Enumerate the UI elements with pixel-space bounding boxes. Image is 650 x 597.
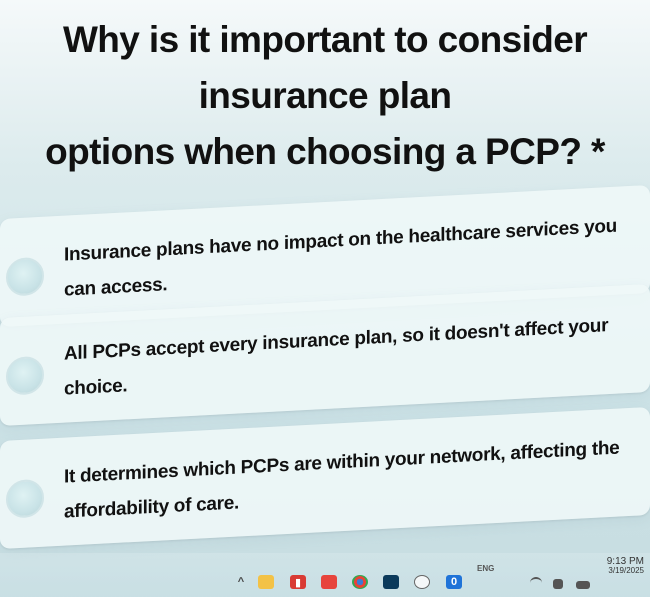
answer-option-text: It determines which PCPs are within your… [64,437,620,523]
speaker-icon[interactable] [553,579,563,589]
taskbar: ^ ▮ 0 ENG 9:13 PM 3/19/2025 [0,553,650,597]
answer-option-text: All PCPs accept every insurance plan, so… [64,315,609,400]
question-line-1: Why is it important to consider insuranc… [62,19,588,116]
wifi-icon[interactable] [530,577,542,589]
screen: Why is it important to consider insuranc… [0,0,650,597]
app-icon-red[interactable] [321,575,337,589]
folder-icon[interactable] [258,575,274,589]
chrome-icon[interactable] [352,575,368,589]
language-indicator[interactable]: ENG [477,564,494,573]
cloud-icon[interactable] [414,575,430,589]
app-icon-red[interactable]: ▮ [290,575,306,589]
answer-option-3[interactable]: It determines which PCPs are within your… [0,406,650,549]
question-title: Why is it important to consider insuranc… [0,0,650,180]
store-icon[interactable] [383,575,399,589]
radio-button[interactable] [6,355,44,396]
clock-date[interactable]: 3/19/2025 [608,567,644,575]
chevron-up-icon[interactable]: ^ [233,575,249,589]
question-line-2: options when choosing a PCP? * [45,131,605,172]
app-icon-blue[interactable]: 0 [446,575,462,589]
radio-button[interactable] [6,478,44,519]
radio-button[interactable] [6,256,44,297]
battery-icon[interactable] [576,581,590,589]
